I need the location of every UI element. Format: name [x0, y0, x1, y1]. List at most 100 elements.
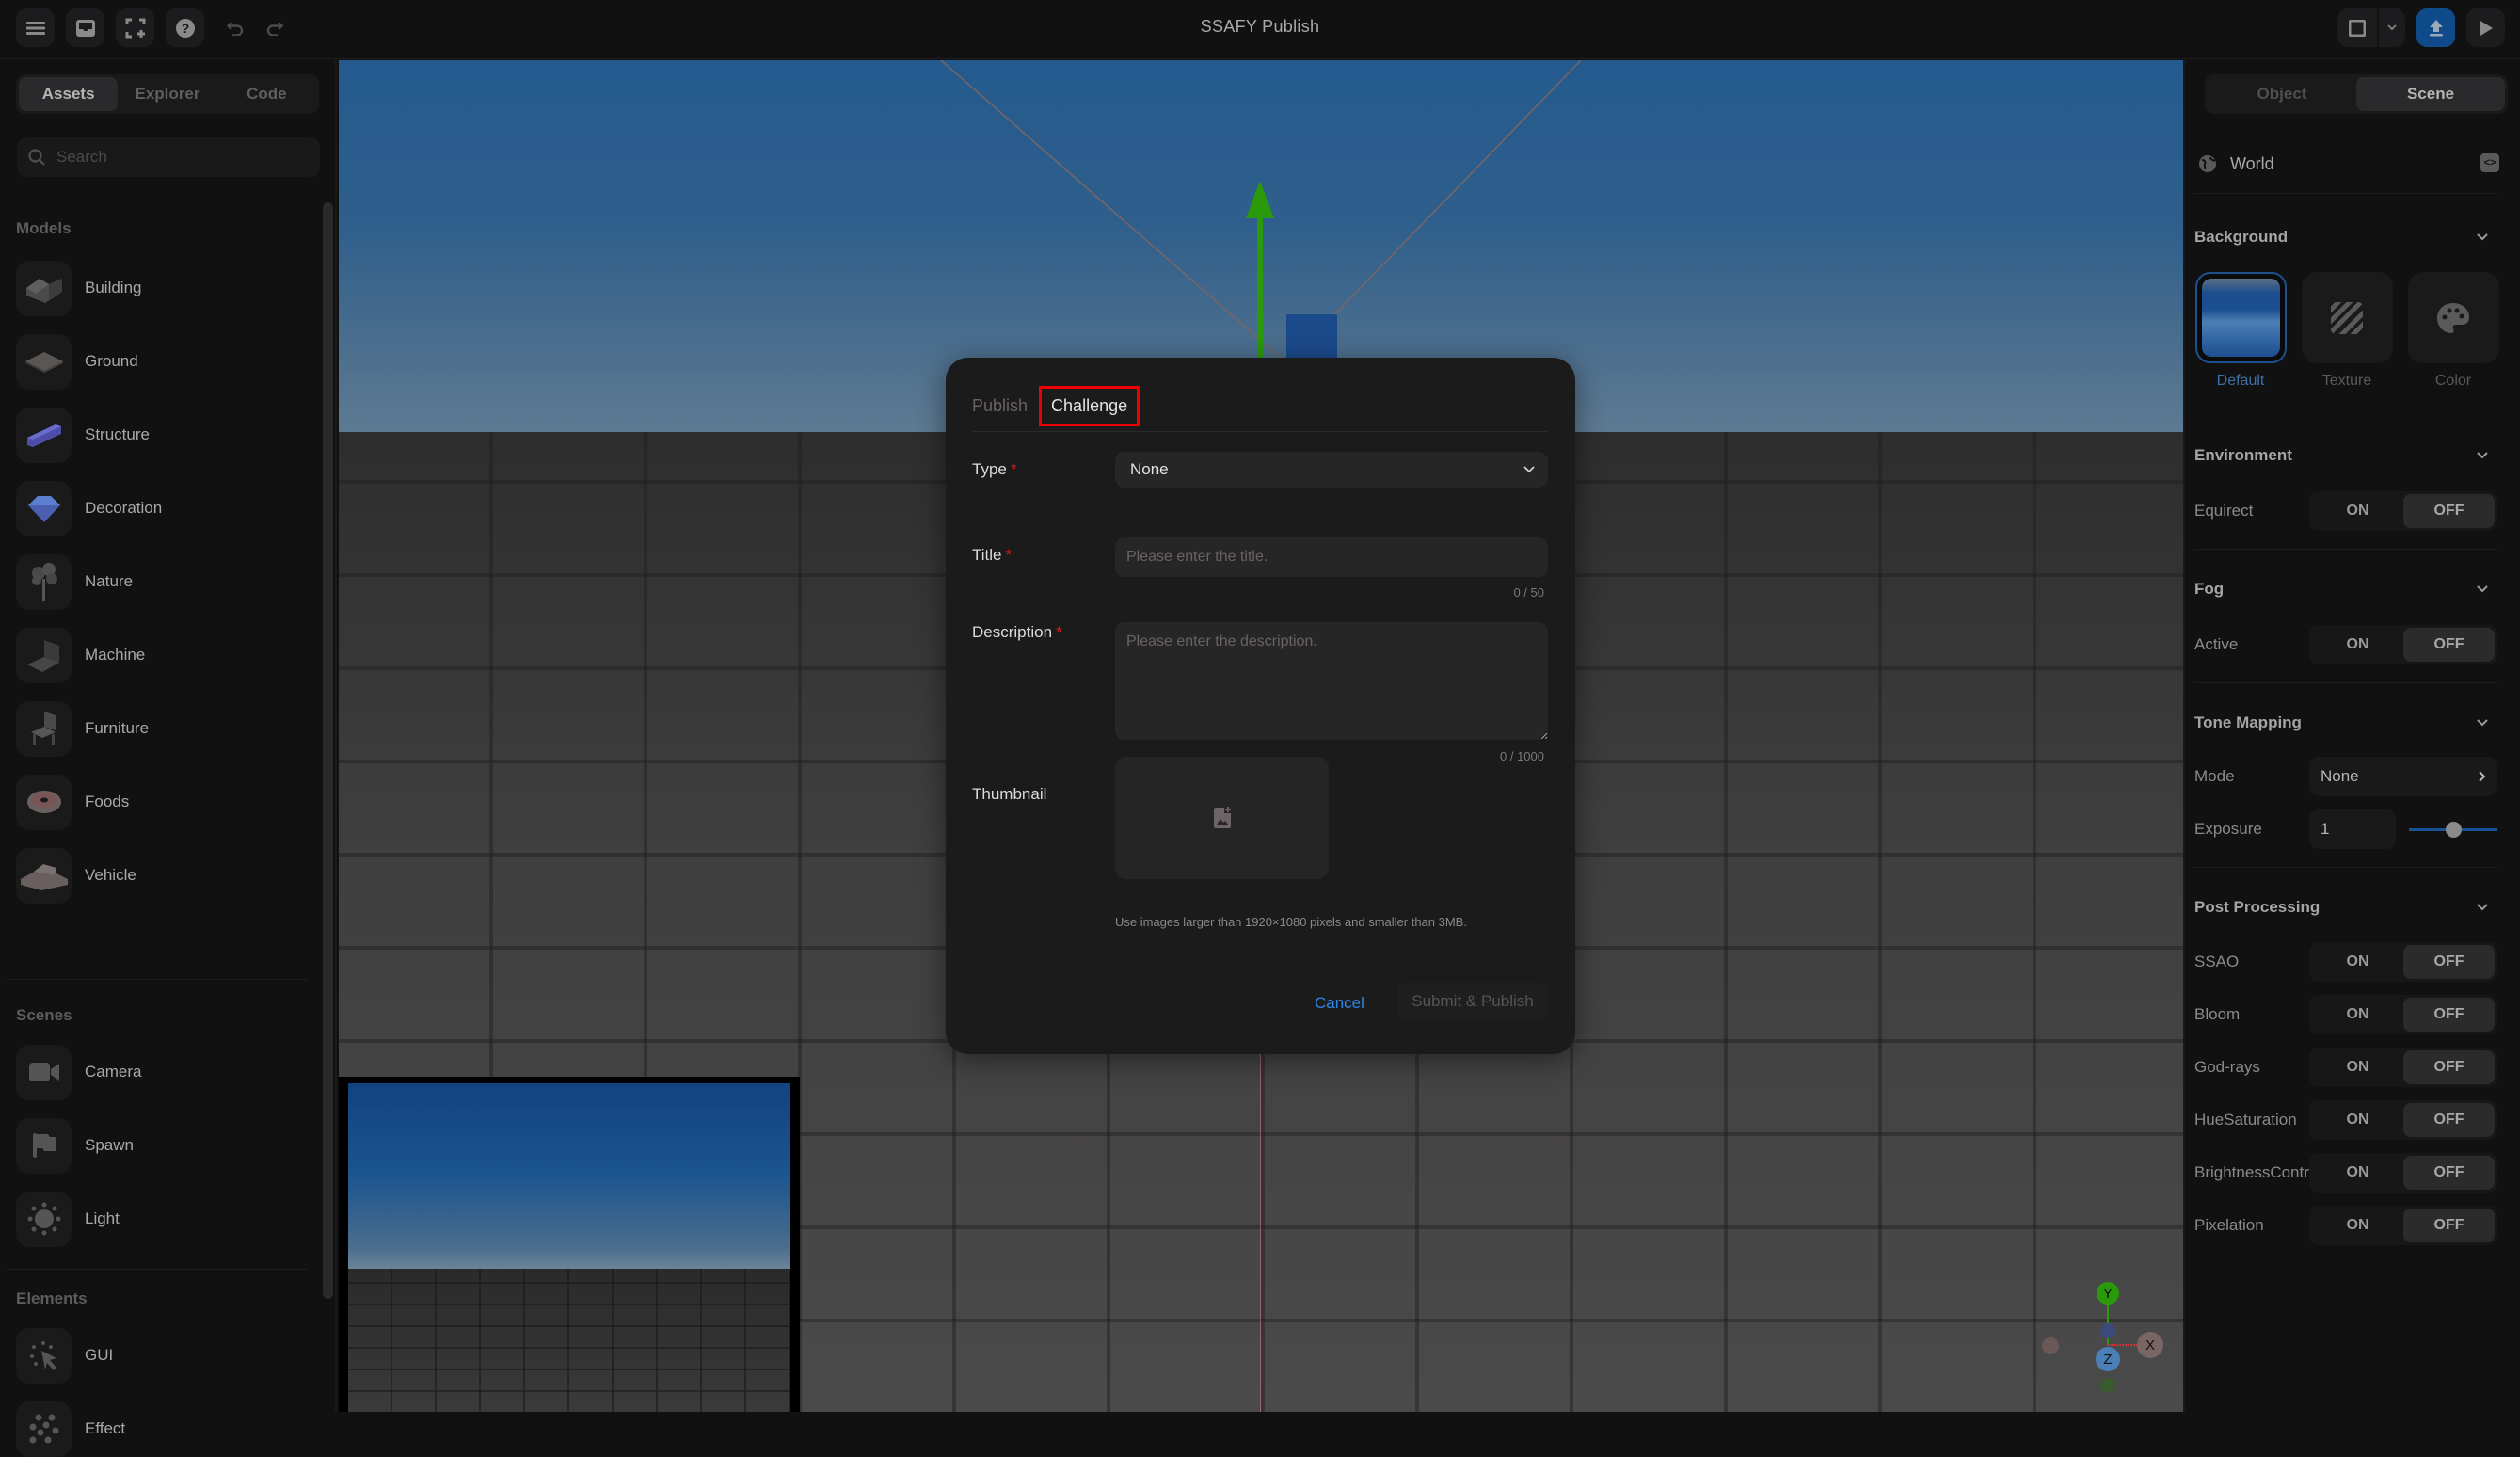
axis-neg-y-handle[interactable]	[2100, 1378, 2115, 1393]
panel-icon	[2349, 19, 2366, 37]
asset-label: Spawn	[85, 1136, 134, 1154]
inbox-button[interactable]	[66, 8, 104, 47]
ssao-label: SSAO	[2194, 953, 2240, 970]
background-section-header[interactable]: Background	[2194, 228, 2497, 247]
exposure-slider[interactable]	[2409, 820, 2497, 839]
axis-neg-x-handle[interactable]	[2042, 1337, 2059, 1354]
asset-label: Foods	[85, 793, 130, 810]
help-button[interactable]: ?	[166, 8, 204, 47]
tab-challenge[interactable]: Challenge	[1039, 386, 1140, 426]
toggle-off[interactable]: OFF	[2403, 494, 2495, 528]
asset-item-structure[interactable]: Structure	[16, 407, 308, 463]
background-option-label: Color	[2434, 373, 2472, 389]
tab-code[interactable]: Code	[217, 77, 316, 111]
toggle-off[interactable]: OFF	[2403, 945, 2495, 979]
post-processing-section-header[interactable]: Post Processing	[2194, 898, 2497, 917]
tab-object[interactable]: Object	[2208, 77, 2356, 111]
selected-object[interactable]	[1286, 314, 1337, 360]
toggle-off[interactable]: OFF	[2403, 1156, 2495, 1190]
hue-saturation-label: HueSaturation	[2194, 1111, 2297, 1129]
fog-section-header[interactable]: Fog	[2194, 580, 2497, 599]
asset-item-spawn[interactable]: Spawn	[16, 1117, 308, 1174]
asset-item-building[interactable]: Building	[16, 260, 308, 316]
hue-saturation-toggle[interactable]: ON OFF	[2309, 1100, 2497, 1140]
search-box	[17, 137, 320, 177]
flag-icon	[32, 1133, 56, 1158]
undo-button[interactable]	[215, 8, 254, 47]
toggle-off[interactable]: OFF	[2403, 1050, 2495, 1084]
axis-neg-z-handle[interactable]	[2100, 1323, 2115, 1338]
asset-item-machine[interactable]: Machine	[16, 627, 308, 683]
bloom-toggle[interactable]: ON OFF	[2309, 995, 2497, 1034]
environment-section-header[interactable]: Environment	[2194, 446, 2497, 465]
asset-item-vehicle[interactable]: Vehicle	[16, 847, 308, 904]
slider-thumb[interactable]	[2445, 822, 2462, 838]
asset-item-furniture[interactable]: Furniture	[16, 700, 308, 757]
toggle-off[interactable]: OFF	[2403, 628, 2495, 662]
layout-dropdown[interactable]	[2379, 8, 2405, 47]
toggle-off[interactable]: OFF	[2403, 1103, 2495, 1137]
type-select[interactable]: None	[1115, 452, 1548, 488]
fullscreen-button[interactable]	[116, 8, 154, 47]
toggle-on[interactable]: ON	[2312, 494, 2403, 528]
search-input[interactable]	[56, 148, 301, 167]
toggle-on[interactable]: ON	[2312, 1103, 2403, 1137]
tab-publish[interactable]: Publish	[972, 387, 1033, 425]
video-camera-icon	[28, 1063, 59, 1081]
publish-button[interactable]	[2416, 8, 2455, 47]
toggle-on[interactable]: ON	[2312, 628, 2403, 662]
toggle-on[interactable]: ON	[2312, 945, 2403, 979]
description-label-text: Description	[972, 623, 1053, 641]
title-label: Title *	[972, 546, 1012, 565]
redo-icon	[266, 21, 283, 36]
tab-explorer[interactable]: Explorer	[118, 77, 216, 111]
fog-active-toggle[interactable]: ON OFF	[2309, 625, 2497, 664]
brightness-contrast-toggle[interactable]: ON OFF	[2309, 1153, 2497, 1193]
tab-assets[interactable]: Assets	[19, 77, 119, 111]
equirect-row: Equirect ON OFF	[2194, 491, 2497, 531]
pixelation-toggle[interactable]: ON OFF	[2309, 1206, 2497, 1245]
asset-item-foods[interactable]: Foods	[16, 774, 308, 830]
asset-item-light[interactable]: Light	[16, 1191, 308, 1247]
orientation-gizmo[interactable]: Y Z X	[2042, 1282, 2164, 1406]
asset-item-nature[interactable]: Nature	[16, 553, 308, 610]
translate-gizmo-y-arrow[interactable]	[1246, 181, 1274, 218]
tone-mode-select[interactable]: None	[2309, 757, 2497, 796]
equirect-toggle[interactable]: ON OFF	[2309, 491, 2497, 531]
menu-button[interactable]	[16, 8, 55, 47]
tab-scene[interactable]: Scene	[2356, 77, 2505, 111]
tone-mapping-section-header[interactable]: Tone Mapping	[2194, 713, 2497, 732]
toggle-on[interactable]: ON	[2312, 1156, 2403, 1190]
toggle-on[interactable]: ON	[2312, 1209, 2403, 1242]
submit-publish-button[interactable]: Submit & Publish	[1397, 983, 1548, 1020]
redo-button[interactable]	[255, 8, 294, 47]
background-option-default[interactable]: Default	[2194, 272, 2287, 390]
thumbnail-upload[interactable]	[1115, 757, 1329, 879]
layout-button[interactable]	[2337, 8, 2379, 47]
toggle-on[interactable]: ON	[2312, 1050, 2403, 1084]
brightness-contrast-label: BrightnessContrast	[2194, 1163, 2309, 1181]
god-rays-toggle[interactable]: ON OFF	[2309, 1048, 2497, 1087]
title-input[interactable]	[1115, 537, 1548, 577]
axis-y-handle[interactable]: Y	[2097, 1282, 2119, 1305]
description-textarea[interactable]	[1115, 622, 1548, 740]
asset-item-decoration[interactable]: Decoration	[16, 480, 308, 536]
ssao-toggle[interactable]: ON OFF	[2309, 942, 2497, 982]
asset-item-ground[interactable]: Ground	[16, 333, 308, 390]
assets-scrollbar[interactable]	[323, 202, 333, 1299]
asset-item-gui[interactable]: GUI	[16, 1327, 308, 1384]
asset-item-effect[interactable]: Effect	[16, 1401, 308, 1457]
toggle-off[interactable]: OFF	[2403, 1209, 2495, 1242]
toggle-off[interactable]: OFF	[2403, 998, 2495, 1032]
background-option-texture[interactable]: Texture	[2301, 272, 2393, 390]
code-icon[interactable]: <>	[2480, 153, 2499, 172]
toggle-on[interactable]: ON	[2312, 998, 2403, 1032]
asset-item-camera[interactable]: Camera	[16, 1044, 308, 1100]
exposure-input[interactable]: 1	[2309, 809, 2396, 849]
cancel-button[interactable]: Cancel	[1315, 994, 1364, 1013]
panel-divider	[2194, 682, 2497, 683]
axis-x-handle[interactable]: X	[2137, 1332, 2163, 1358]
axis-z-handle[interactable]: Z	[2096, 1347, 2120, 1371]
background-option-color[interactable]: Color	[2407, 272, 2499, 390]
play-button[interactable]	[2466, 8, 2505, 47]
